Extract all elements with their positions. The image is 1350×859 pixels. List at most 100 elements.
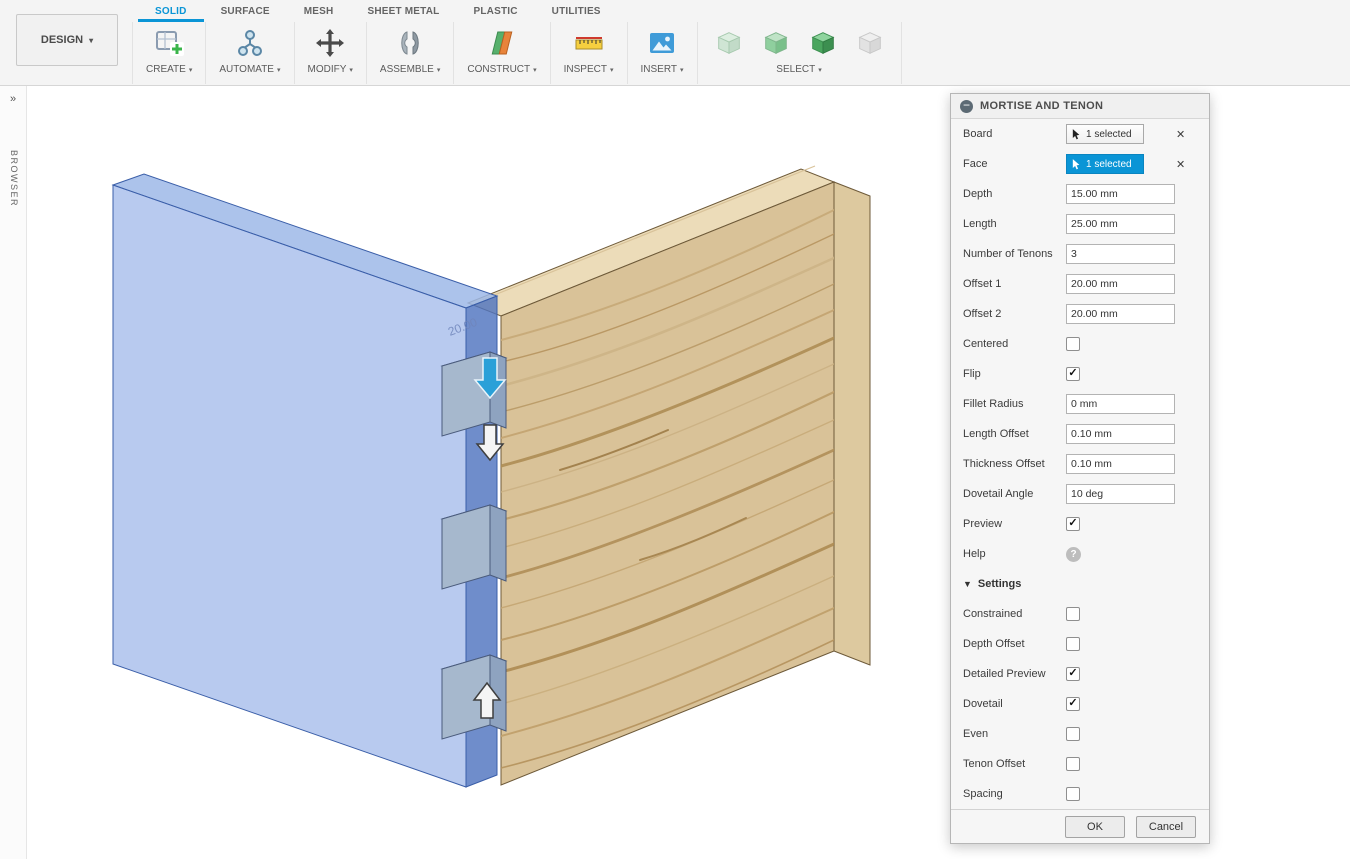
group-create-menu[interactable]: CREATE ▾ bbox=[146, 64, 192, 75]
tab-solid[interactable]: SOLID bbox=[138, 0, 204, 22]
move-button[interactable] bbox=[312, 25, 348, 61]
dovetail-angle-input[interactable] bbox=[1066, 484, 1175, 504]
construction-plane-icon bbox=[486, 27, 518, 59]
insert-button[interactable] bbox=[644, 25, 680, 61]
dialog-header[interactable]: − MORTISE AND TENON bbox=[951, 94, 1209, 119]
group-automate-menu[interactable]: AUTOMATE ▾ bbox=[219, 64, 280, 75]
constrained-row: Constrained bbox=[951, 599, 1209, 629]
even-label: Even bbox=[951, 728, 1066, 740]
board-clear-selection-button[interactable]: ✕ bbox=[1176, 128, 1185, 141]
group-insert-menu[interactable]: INSERT ▾ bbox=[641, 64, 684, 75]
automate-button[interactable] bbox=[232, 25, 268, 61]
chevron-down-icon: ▾ bbox=[89, 36, 93, 45]
create-sketch-button[interactable] bbox=[151, 25, 187, 61]
flip-checkbox[interactable]: ✓ bbox=[1066, 367, 1080, 381]
flip-row: Flip✓ bbox=[951, 359, 1209, 389]
number-of-tenons-input[interactable] bbox=[1066, 244, 1175, 264]
constrained-label: Constrained bbox=[951, 608, 1066, 620]
group-automate: AUTOMATE ▾ bbox=[206, 22, 294, 84]
chevron-down-icon: ▾ bbox=[533, 66, 537, 74]
flip-label: Flip bbox=[951, 368, 1066, 380]
offset-2-label: Offset 2 bbox=[951, 308, 1066, 320]
depth-offset-checkbox[interactable] bbox=[1066, 637, 1080, 651]
assemble-button[interactable] bbox=[392, 25, 428, 61]
group-assemble-menu[interactable]: ASSEMBLE ▾ bbox=[380, 64, 440, 75]
cancel-button[interactable]: Cancel bbox=[1136, 816, 1196, 838]
offset-1-input[interactable] bbox=[1066, 274, 1175, 294]
even-row: Even bbox=[951, 719, 1209, 749]
browser-panel-collapsed: » BROWSER bbox=[0, 86, 27, 859]
tab-bar: SOLIDSURFACEMESHSHEET METALPLASTICUTILIT… bbox=[138, 0, 618, 22]
measure-button[interactable] bbox=[571, 25, 607, 61]
create-sketch-icon bbox=[153, 27, 185, 59]
face-label: Face bbox=[951, 158, 1066, 170]
cube-gray-icon bbox=[855, 28, 885, 58]
tab-utilities[interactable]: UTILITIES bbox=[535, 0, 618, 22]
board-row: Board1 selected✕ bbox=[951, 119, 1209, 149]
tab-mesh[interactable]: MESH bbox=[287, 0, 351, 22]
select-filter-body-faded-button[interactable] bbox=[711, 25, 747, 61]
chevron-down-icon: ▾ bbox=[189, 66, 193, 74]
spacing-checkbox[interactable] bbox=[1066, 787, 1080, 801]
select-filter-body-soft-button[interactable] bbox=[758, 25, 794, 61]
tenon-offset-row: Tenon Offset bbox=[951, 749, 1209, 779]
preview-checkbox[interactable]: ✓ bbox=[1066, 517, 1080, 531]
select-filter-body-solid-button[interactable] bbox=[805, 25, 841, 61]
select-filter-disabled-button[interactable] bbox=[852, 25, 888, 61]
group-assemble: ASSEMBLE ▾ bbox=[367, 22, 454, 84]
cube-soft-green-icon bbox=[761, 28, 791, 58]
detailed-preview-row: Detailed Preview✓ bbox=[951, 659, 1209, 689]
thickness-offset-label: Thickness Offset bbox=[951, 458, 1066, 470]
wood-board[interactable] bbox=[468, 166, 870, 785]
group-modify: MODIFY ▾ bbox=[295, 22, 367, 84]
group-construct: CONSTRUCT ▾ bbox=[454, 22, 550, 84]
board-selection-button[interactable]: 1 selected bbox=[1066, 124, 1144, 144]
number-of-tenons-row: Number of Tenons bbox=[951, 239, 1209, 269]
length-offset-input[interactable] bbox=[1066, 424, 1175, 444]
constrained-checkbox[interactable] bbox=[1066, 607, 1080, 621]
face-clear-selection-button[interactable]: ✕ bbox=[1176, 158, 1185, 171]
tenon-offset-checkbox[interactable] bbox=[1066, 757, 1080, 771]
depth-input[interactable] bbox=[1066, 184, 1175, 204]
chevron-down-icon: ▾ bbox=[610, 66, 614, 74]
spacing-row: Spacing bbox=[951, 779, 1209, 809]
ok-button[interactable]: OK bbox=[1065, 816, 1125, 838]
depth-offset-label: Depth Offset bbox=[951, 638, 1066, 650]
fillet-radius-input[interactable] bbox=[1066, 394, 1175, 414]
tab-plastic[interactable]: PLASTIC bbox=[456, 0, 534, 22]
help-icon[interactable]: ? bbox=[1066, 547, 1081, 562]
assemble-icon bbox=[394, 27, 426, 59]
detailed-preview-checkbox[interactable]: ✓ bbox=[1066, 667, 1080, 681]
collapse-dialog-icon[interactable]: − bbox=[960, 100, 973, 113]
face-selection-button[interactable]: 1 selected bbox=[1066, 154, 1144, 174]
thickness-offset-input[interactable] bbox=[1066, 454, 1175, 474]
even-checkbox[interactable] bbox=[1066, 727, 1080, 741]
length-input[interactable] bbox=[1066, 214, 1175, 234]
offset-2-input[interactable] bbox=[1066, 304, 1175, 324]
chevron-down-icon: ▾ bbox=[680, 66, 684, 74]
expand-browser-button[interactable]: » bbox=[4, 93, 22, 105]
offset-2-row: Offset 2 bbox=[951, 299, 1209, 329]
spacing-label: Spacing bbox=[951, 788, 1066, 800]
construct-button[interactable] bbox=[484, 25, 520, 61]
group-inspect-menu[interactable]: INSPECT ▾ bbox=[564, 64, 614, 75]
group-construct-menu[interactable]: CONSTRUCT ▾ bbox=[467, 64, 536, 75]
blue-board[interactable] bbox=[113, 174, 497, 787]
group-modify-menu[interactable]: MODIFY ▾ bbox=[308, 64, 353, 75]
tab-surface[interactable]: SURFACE bbox=[204, 0, 287, 22]
browser-panel-label[interactable]: BROWSER bbox=[9, 150, 19, 207]
detailed-preview-label: Detailed Preview bbox=[951, 668, 1066, 680]
automate-icon bbox=[234, 27, 266, 59]
settings-section-header[interactable]: ▼Settings bbox=[951, 569, 1209, 599]
tenon-2[interactable] bbox=[442, 505, 506, 589]
dovetail-angle-row: Dovetail Angle bbox=[951, 479, 1209, 509]
tab-sheet-metal[interactable]: SHEET METAL bbox=[350, 0, 456, 22]
section-caret-icon: ▼ bbox=[963, 579, 972, 589]
centered-checkbox[interactable] bbox=[1066, 337, 1080, 351]
dovetail-checkbox[interactable]: ✓ bbox=[1066, 697, 1080, 711]
workspace-selector[interactable]: DESIGN ▾ bbox=[16, 14, 118, 66]
group-select-menu[interactable]: SELECT ▾ bbox=[776, 64, 821, 75]
dovetail-row: Dovetail✓ bbox=[951, 689, 1209, 719]
help-row: Help? bbox=[951, 539, 1209, 569]
depth-label: Depth bbox=[951, 188, 1066, 200]
